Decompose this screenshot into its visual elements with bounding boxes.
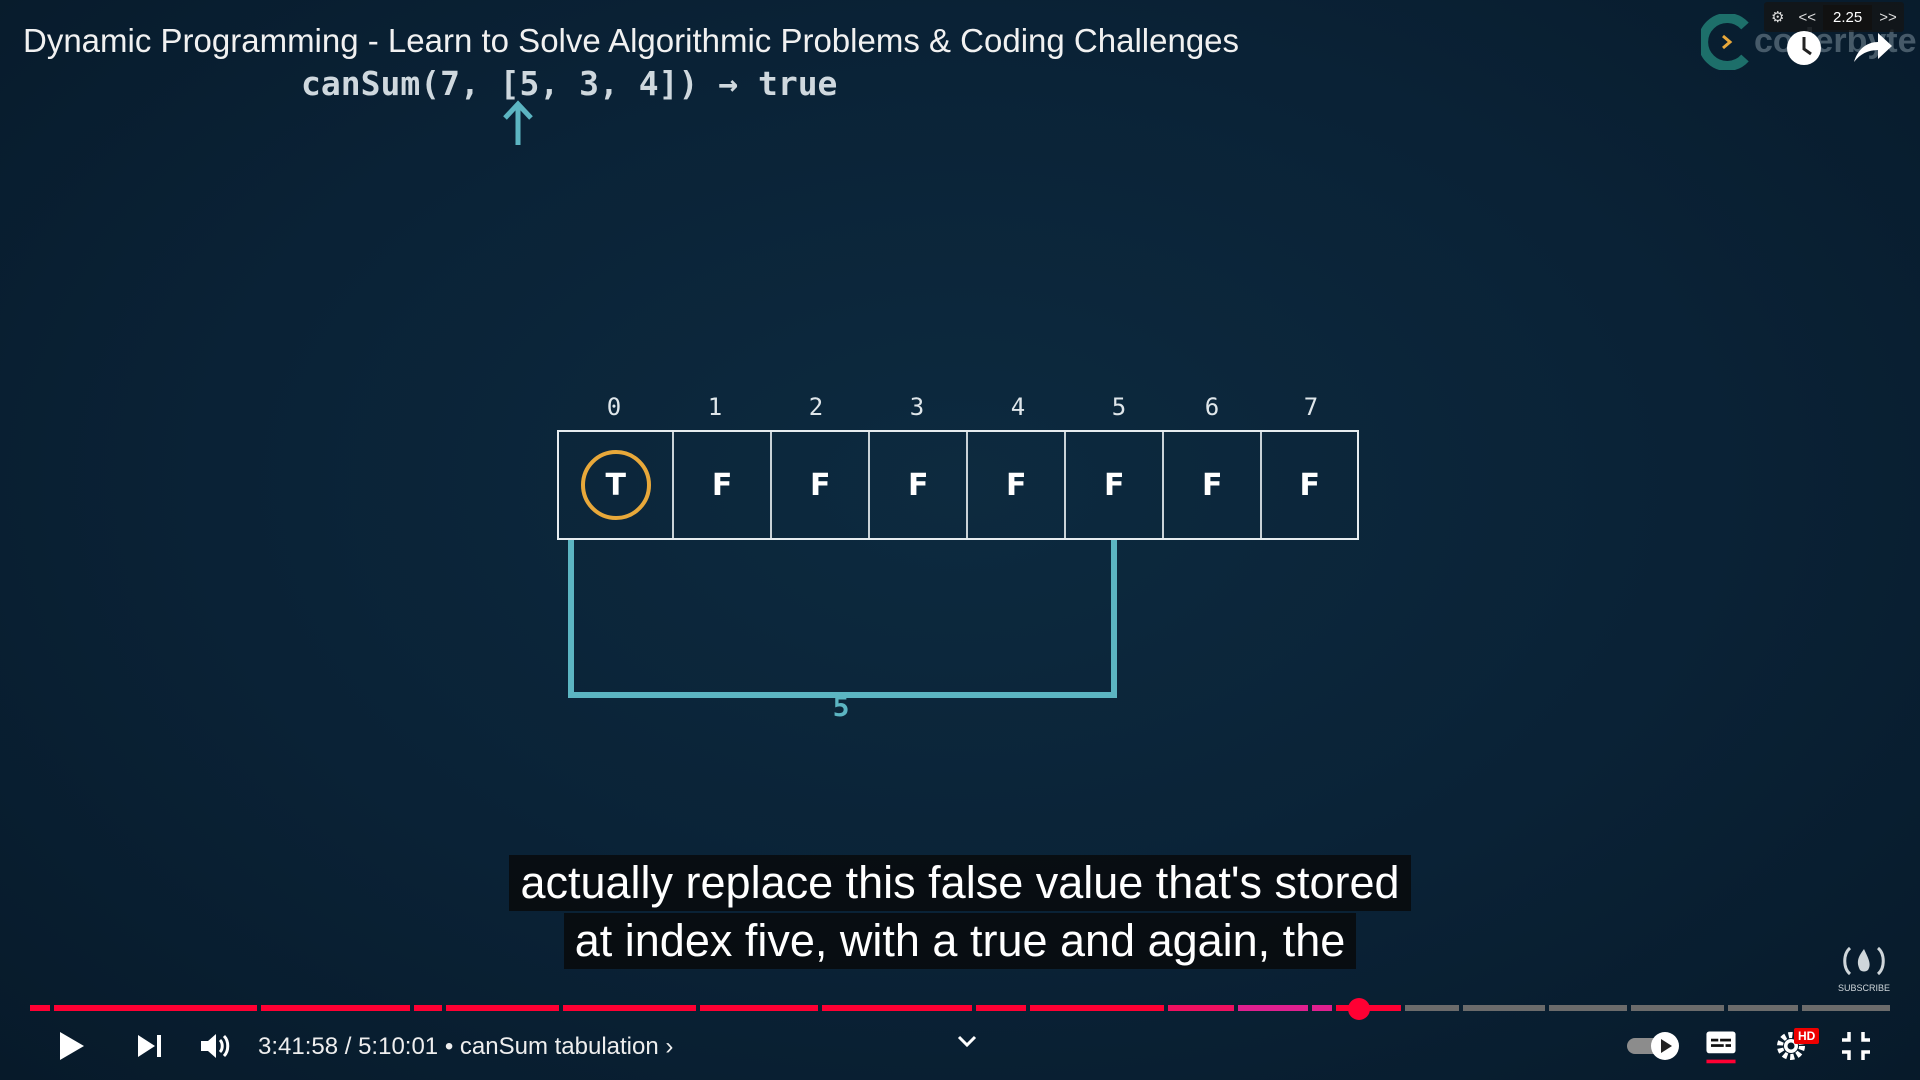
volume-icon[interactable] [198,1026,234,1066]
cell-value: F [907,467,929,503]
time-display: 3:41:58 / 5:10:01 • canSum tabulation › [258,1033,673,1061]
cell-value: F [809,467,831,503]
exit-fullscreen-icon[interactable] [1839,1026,1873,1066]
chapter-segment [1238,1005,1308,1011]
autoplay-toggle[interactable] [1625,1026,1681,1066]
settings-button[interactable]: HD [1774,1026,1833,1066]
chapter-segment [54,1005,257,1011]
cell-value: F [711,467,733,503]
index-label: 6 [1204,393,1220,421]
video-title[interactable]: Dynamic Programming - Learn to Solve Alg… [23,22,1239,60]
index-label: 5 [1111,393,1127,421]
chapter-segment [700,1005,818,1011]
channel-watermark[interactable]: SUBSCRIBE [1838,944,1890,993]
table-cell-5: F [1064,432,1162,538]
cell-value: F [1005,467,1027,503]
chapter-segment [1631,1005,1724,1011]
chapter-segment [261,1005,410,1011]
subscribe-label: SUBSCRIBE [1838,983,1891,993]
index-label: 2 [808,393,824,421]
cell-value: F [1299,467,1320,503]
speed-value: 2.25 [1822,4,1873,30]
index-label: 1 [707,393,723,421]
chapter-segment [1405,1005,1459,1011]
chapter-segment [976,1005,1026,1011]
bracket-label: 5 [832,690,850,723]
freecodecamp-logo-icon [1843,946,1885,976]
progress-bar[interactable] [30,1005,1890,1011]
time-separator: • [444,1033,454,1060]
caption-text: at index five, with a true and again, th… [563,913,1357,969]
chapter-segment [1728,1005,1798,1011]
chapter-segment [1549,1005,1627,1011]
table-cell-2: F [769,432,869,538]
table-cell-7: F [1260,432,1357,538]
chevron-down-icon[interactable] [953,1030,981,1052]
chapter-segment [446,1005,559,1011]
highlight-ring: T [580,450,651,520]
speed-increase-button[interactable]: >> [1872,9,1904,26]
code-line: canSum(7, [5, 3, 4]) → true [301,64,838,103]
chapter-title[interactable]: canSum tabulation [460,1033,659,1060]
up-arrow-icon [503,100,533,145]
progress-scrubber[interactable] [1348,998,1371,1020]
index-label: 4 [1010,393,1026,421]
caption-text: actually replace this false value that's… [509,855,1411,911]
play-icon[interactable] [56,1026,88,1066]
index-label: 3 [909,393,925,421]
index-label: 0 [606,393,622,421]
chapter-segment [414,1005,442,1011]
speed-decrease-button[interactable]: << [1791,9,1823,26]
dp-table: T F F F F F F F [557,430,1359,540]
cell-value: F [1103,467,1125,503]
hd-badge: HD [1794,1028,1820,1044]
chapter-segment [822,1005,972,1011]
chapter-segment [563,1005,696,1011]
chapter-segment [1802,1005,1890,1011]
watch-later-icon[interactable] [1784,28,1824,68]
chapter-chevron-right-icon[interactable]: › [665,1033,673,1060]
cell-value: T [605,467,626,503]
table-cell-6: F [1161,432,1261,538]
speed-settings-icon[interactable]: ⚙ [1764,8,1791,26]
table-cell-0: T [559,432,672,538]
caption-line-2: at index five, with a true and again, th… [0,913,1920,969]
time-elapsed-total: 3:41:58 / 5:10:01 [258,1033,439,1060]
coderbyte-logo-icon [1701,14,1749,70]
subtitles-icon[interactable] [1703,1026,1739,1066]
chapter-segment [1030,1005,1164,1011]
share-icon[interactable] [1850,28,1894,68]
cell-value: F [1201,467,1223,503]
table-cell-4: F [965,432,1065,538]
chapter-segment [1312,1005,1332,1011]
chapter-segment [1463,1005,1545,1011]
index-label: 7 [1303,393,1319,421]
table-cell-1: F [672,432,770,538]
next-icon[interactable] [134,1026,166,1066]
chapter-segment [1168,1005,1234,1011]
table-cell-3: F [868,432,966,538]
chapter-segment [30,1005,50,1011]
jump-bracket [568,540,1117,698]
caption-line-1: actually replace this false value that's… [0,855,1920,911]
